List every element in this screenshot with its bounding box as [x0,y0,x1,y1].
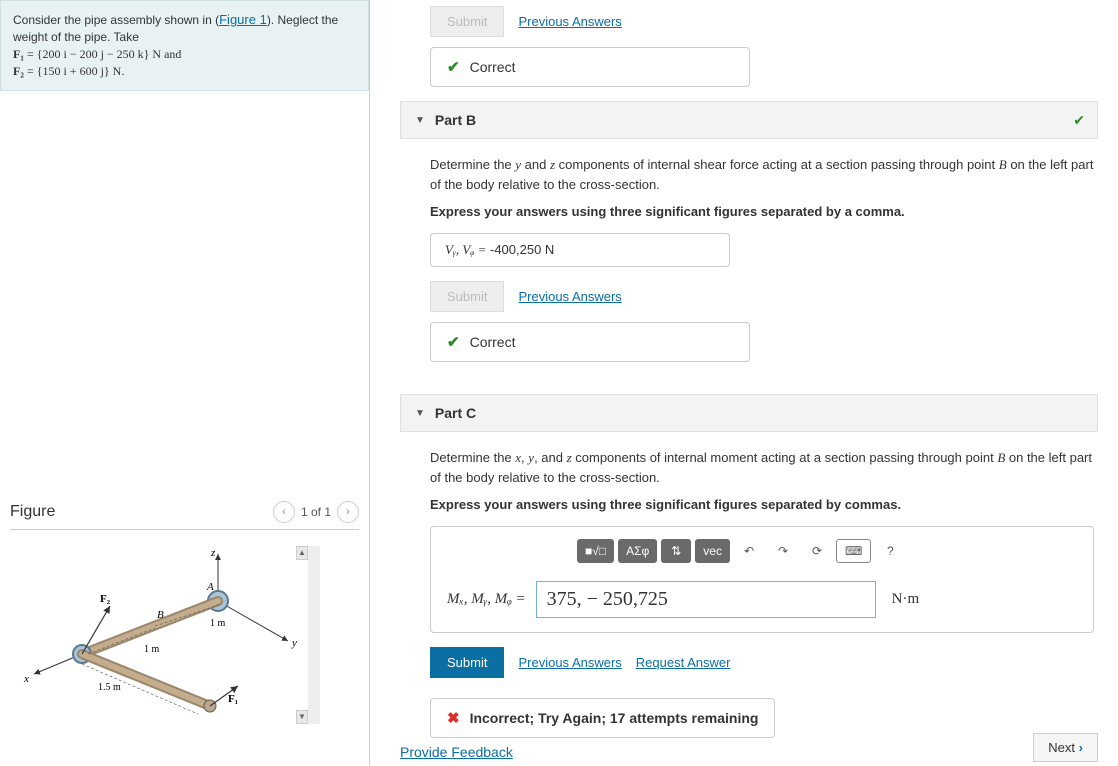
part-b-answer: Vᵧ, Vᵩ = -400,250 N [430,233,730,267]
correct-status-b: ✔ Correct [430,322,750,362]
svg-text:y: y [291,637,297,649]
incorrect-status: ✖ Incorrect; Try Again; 17 attempts rema… [430,698,775,738]
previous-answers-link-a[interactable]: Previous Answers [518,14,621,29]
correct-label-a: Correct [470,59,516,75]
f2-value: = {150 i + 600 j} N. [24,64,124,78]
svg-text:1.5 m: 1.5 m [98,682,121,693]
correct-status-a: ✔ Correct [430,47,750,87]
check-icon: ✔ [447,58,460,76]
equation-toolbar: ■√□ ΑΣφ ⇅ vec ↶ ↷ ⟳ ⌨ ? [577,539,1077,563]
figure-prev-button[interactable]: ‹ [273,501,295,523]
equation-input[interactable] [536,581,876,618]
previous-answers-link-c[interactable]: Previous Answers [518,655,621,670]
part-b-check-icon: ✔ [1073,112,1085,129]
svg-text:A: A [206,581,214,593]
svg-text:F₁: F₁ [228,693,238,705]
caret-down-icon: ▼ [415,408,425,419]
f1-value: = {200 i − 200 j − 250 k} N and [24,47,181,61]
reset-button[interactable]: ⟳ [802,539,832,563]
help-button[interactable]: ? [875,539,905,563]
svg-text:x: x [23,673,29,685]
request-answer-link[interactable]: Request Answer [636,655,731,670]
undo-button[interactable]: ↶ [734,539,764,563]
equation-unit: N·m [892,591,920,608]
previous-answers-link-b[interactable]: Previous Answers [518,289,621,304]
svg-text:F₂: F₂ [100,593,111,605]
svg-text:B: B [157,609,164,621]
f1-label: F₁ [13,47,24,61]
figure-image: ▲ ▼ z y x A [10,546,320,724]
correct-label-b: Correct [470,334,516,350]
part-c-header[interactable]: ▼ Part C [400,394,1098,432]
part-c-description: Determine the x, y, and z components of … [430,448,1094,487]
svg-text:1 m: 1 m [210,618,226,629]
svg-text:z: z [210,547,216,559]
scroll-up-icon[interactable]: ▲ [296,546,308,560]
keyboard-button[interactable]: ⌨ [836,539,871,563]
figure-next-button[interactable]: › [337,501,359,523]
submit-button-c[interactable]: Submit [430,647,504,678]
greek-button[interactable]: ΑΣφ [618,539,657,563]
scroll-down-icon[interactable]: ▼ [296,710,308,724]
svg-text:1 m: 1 m [144,644,160,655]
next-button[interactable]: Next › [1033,733,1098,762]
part-b-header[interactable]: ▼ Part B ✔ [400,101,1098,139]
part-b-title: Part B [435,112,476,128]
submit-button-disabled-b: Submit [430,281,504,312]
part-b-answer-label: Vᵧ, Vᵩ = [445,242,486,257]
incorrect-label: Incorrect; Try Again; 17 attempts remain… [470,710,759,726]
redo-button[interactable]: ↷ [768,539,798,563]
part-c-title: Part C [435,405,476,421]
equation-label: Mₓ, Mᵧ, Mᵩ = [447,591,526,608]
figure-title: Figure [10,503,55,521]
part-b-description: Determine the y and z components of inte… [430,155,1094,194]
figure-counter: 1 of 1 [301,505,331,519]
part-b-instruction: Express your answers using three signifi… [430,204,1094,219]
caret-down-icon: ▼ [415,115,425,126]
f2-label: F₂ [13,64,24,78]
problem-intro-1: Consider the pipe assembly shown in ( [13,13,219,27]
provide-feedback-link[interactable]: Provide Feedback [400,744,513,760]
part-c-instruction: Express your answers using three signifi… [430,497,1094,512]
figure-link[interactable]: Figure 1 [219,12,267,27]
subscript-button[interactable]: ⇅ [661,539,691,563]
check-icon: ✔ [447,333,460,351]
problem-statement: Consider the pipe assembly shown in (Fig… [0,0,369,91]
equation-editor: ■√□ ΑΣφ ⇅ vec ↶ ↷ ⟳ ⌨ ? Mₓ, Mᵧ, Mᵩ = N·m [430,526,1094,633]
vec-button[interactable]: vec [695,539,730,563]
cross-icon: ✖ [447,709,460,727]
part-b-answer-value: -400,250 N [486,242,554,257]
template-button[interactable]: ■√□ [577,539,614,563]
submit-button-disabled-a: Submit [430,6,504,37]
